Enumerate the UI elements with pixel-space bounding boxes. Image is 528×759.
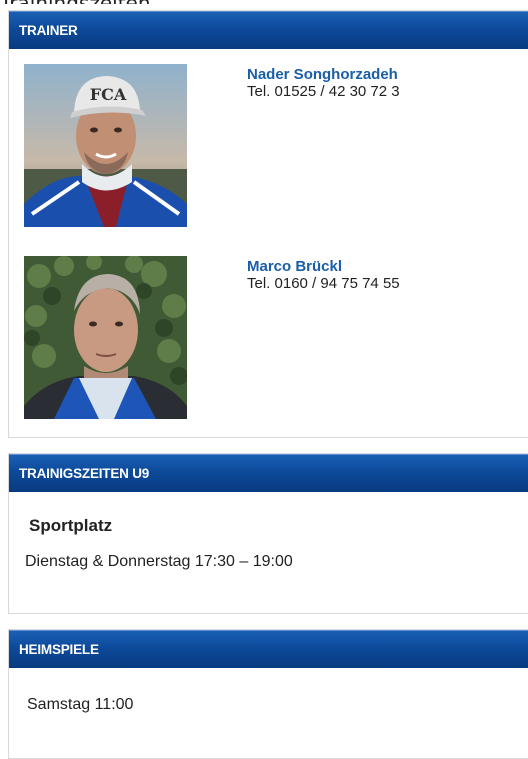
training-times-panel: TRAINIGSZEITEN U9 Sportplatz Dienstag & … [8, 453, 528, 614]
trainer-name-1[interactable]: Nader Songhorzadeh [247, 66, 398, 83]
training-location: Sportplatz [29, 516, 113, 535]
home-games-schedule: Samstag 11:00 [27, 696, 134, 713]
trainer-name-2[interactable]: Marco Brückl [247, 258, 342, 275]
trainer-phone-2: Tel. 0160 / 94 75 74 55 [247, 275, 400, 292]
training-schedule: Dienstag & Donnerstag 17:30 – 19:00 [25, 553, 293, 570]
trainer-panel-header: TRAINER [9, 11, 528, 49]
trainer-panel: TRAINER FCA Nader Songhorzadeh Tel. 0152… [8, 10, 528, 438]
trainer-photo-marco [24, 256, 187, 419]
training-times-header: TRAINIGSZEITEN U9 [9, 454, 528, 492]
cap-logo-text: FCA [90, 85, 127, 104]
page-title-fragment: Trainingszeiten [0, 0, 151, 4]
trainer-photo-nader: FCA [24, 64, 187, 227]
home-games-panel: HEIMSPIELE Samstag 11:00 [8, 629, 528, 759]
home-games-header: HEIMSPIELE [9, 630, 528, 668]
trainer-phone-1: Tel. 01525 / 42 30 72 3 [247, 83, 400, 100]
